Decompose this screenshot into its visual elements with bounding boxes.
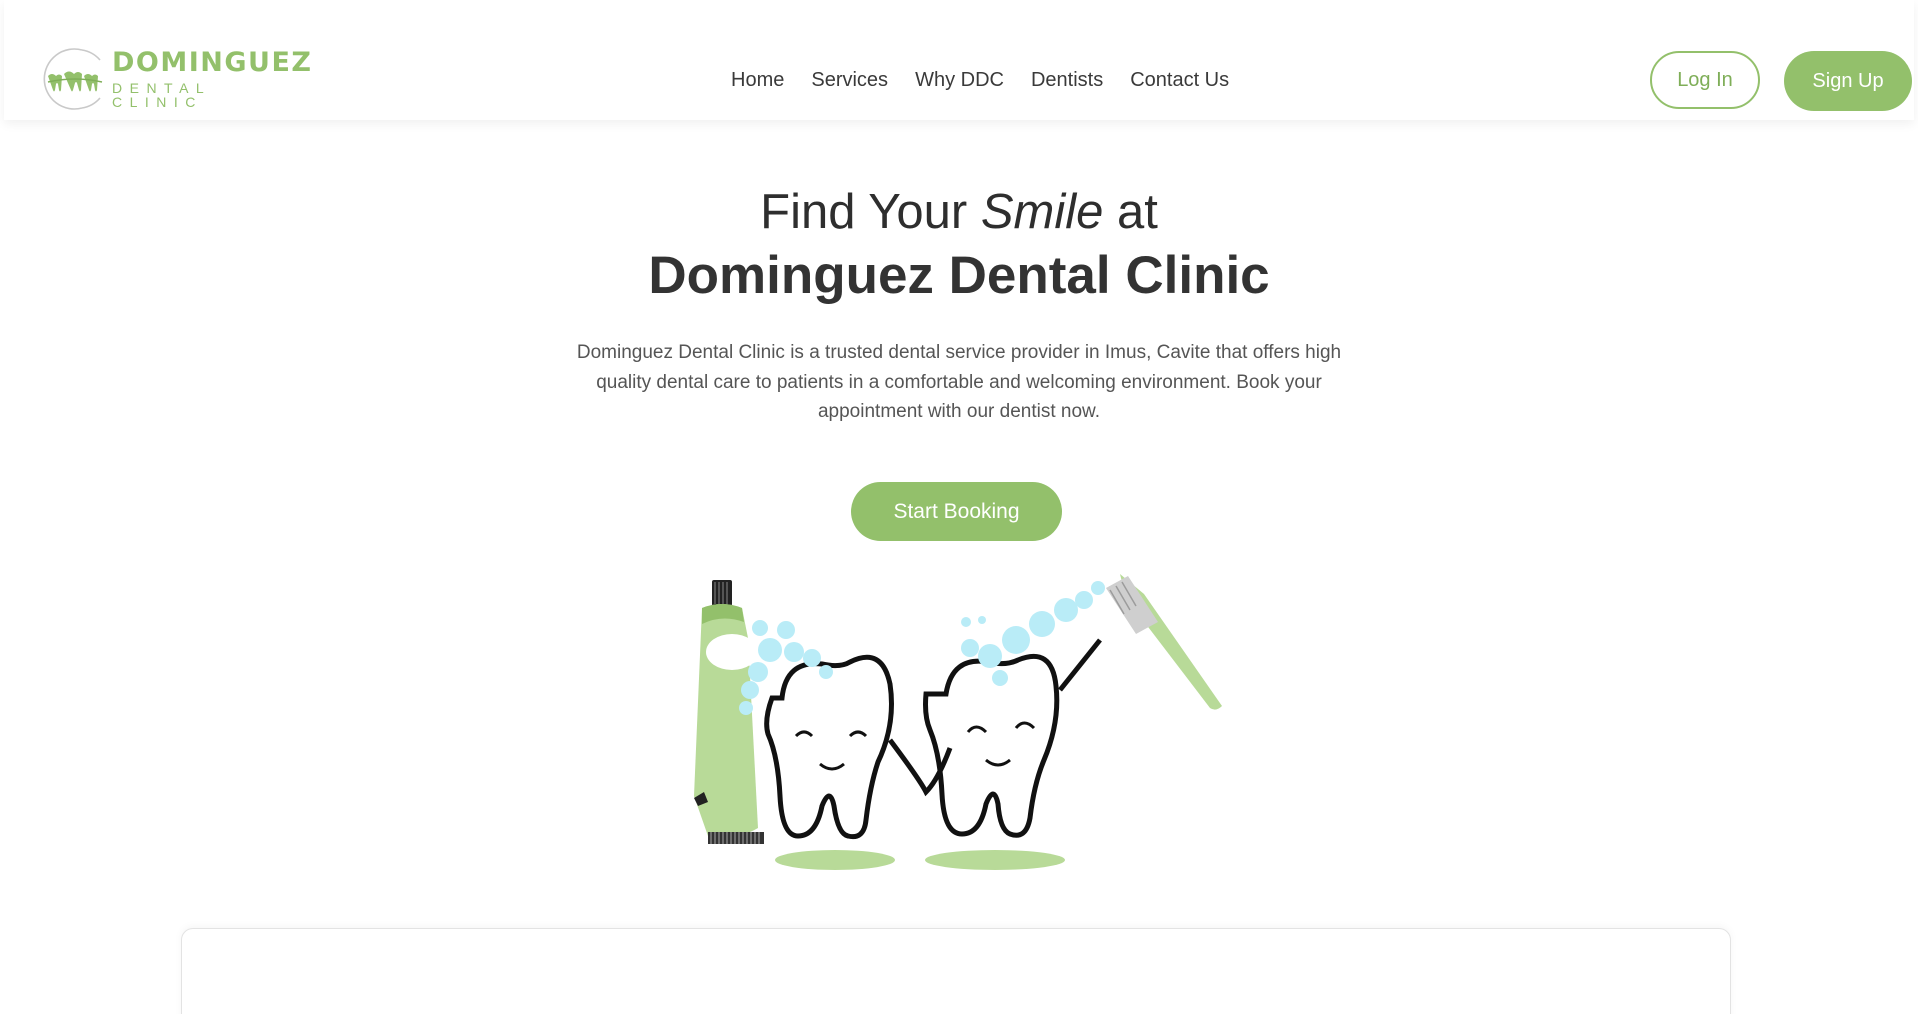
nav-services[interactable]: Services xyxy=(811,69,888,92)
hero-title-prefix: Find Your xyxy=(760,185,981,239)
nav-why-ddc[interactable]: Why DDC xyxy=(915,69,1004,92)
left-tooth-character xyxy=(764,654,894,840)
brand-name: DOMINGUEZ xyxy=(112,47,313,78)
hero-title-line2: Dominguez Dental Clinic xyxy=(648,246,1270,305)
main-nav: Home Services Why DDC Dentists Contact U… xyxy=(731,66,1229,94)
brand-subtitle: DENTAL CLINIC xyxy=(112,80,211,110)
hero-title-emphasis: Smile xyxy=(980,185,1104,239)
login-button[interactable]: Log In xyxy=(1650,51,1760,109)
nav-dentists[interactable]: Dentists xyxy=(1031,69,1103,92)
teeth-logo-icon xyxy=(43,48,103,110)
nav-contact-us[interactable]: Contact Us xyxy=(1130,69,1229,92)
toothpaste-tube-icon xyxy=(694,580,764,844)
info-card xyxy=(181,928,1731,1014)
signup-button[interactable]: Sign Up xyxy=(1784,51,1912,111)
start-booking-button[interactable]: Start Booking xyxy=(851,482,1062,541)
site-header: DOMINGUEZ DENTAL CLINIC Home Services Wh… xyxy=(4,0,1914,120)
smiling-teeth-illustration xyxy=(694,574,1222,870)
hero-title-suffix: at xyxy=(1103,185,1158,239)
right-tooth-character xyxy=(923,638,1102,838)
hero-title: Find Your Smile at Dominguez Dental Clin… xyxy=(459,188,1459,305)
hero-title-line1: Find Your Smile at xyxy=(459,188,1459,237)
nav-home[interactable]: Home xyxy=(731,69,784,92)
brand-logo[interactable]: DOMINGUEZ DENTAL CLINIC xyxy=(42,46,311,112)
page: DOMINGUEZ DENTAL CLINIC Home Services Wh… xyxy=(0,0,1918,1014)
hero-description: Dominguez Dental Clinic is a trusted den… xyxy=(576,342,1342,422)
toothbrush-icon xyxy=(1106,574,1222,710)
